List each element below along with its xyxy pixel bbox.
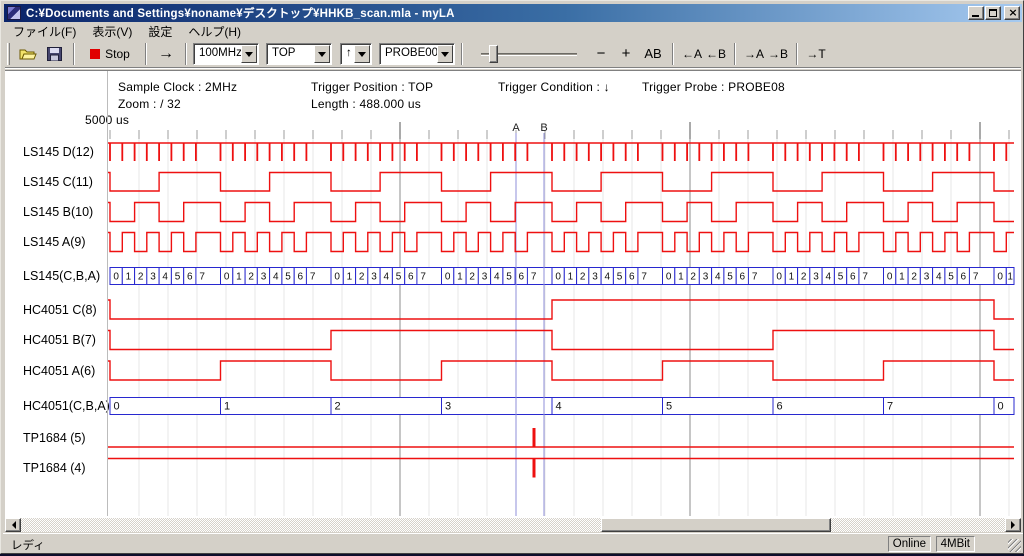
toolbar: Stop → 100MHz TOP ↑ PROBE00 − + AB ←A bbox=[5, 39, 1021, 69]
chevron-down-icon[interactable] bbox=[241, 45, 257, 63]
sample-clock-select[interactable]: 100MHz bbox=[193, 43, 259, 65]
toolbar-separator bbox=[73, 43, 75, 65]
chevron-down-icon[interactable] bbox=[314, 45, 330, 63]
toolbar-separator bbox=[145, 43, 147, 65]
channel-label: LS145 C(11) bbox=[23, 175, 93, 189]
channel-label: HC4051 C(8) bbox=[23, 303, 97, 317]
trigger-position-info: Trigger Position : TOP bbox=[311, 80, 433, 94]
resize-grip[interactable] bbox=[1008, 539, 1021, 552]
status-bar: レディ Online 4MBit bbox=[3, 533, 1023, 553]
horizontal-scrollbar[interactable] bbox=[5, 518, 1021, 532]
menu-help[interactable]: ヘルプ(H) bbox=[180, 22, 249, 41]
menu-settings[interactable]: 設定 bbox=[140, 22, 180, 41]
title-bar: C:¥Documents and Settings¥noname¥デスクトップ¥… bbox=[4, 4, 1022, 22]
toolbar-separator bbox=[796, 43, 798, 65]
toolbar-separator bbox=[185, 43, 187, 65]
open-file-button[interactable] bbox=[15, 42, 41, 66]
zoom-out-button[interactable]: − bbox=[591, 42, 611, 66]
chevron-down-icon[interactable] bbox=[354, 45, 370, 63]
channel-label: HC4051(C,B,A) bbox=[23, 399, 110, 413]
toolbar-separator bbox=[734, 43, 736, 65]
arrow-left-icon bbox=[8, 521, 16, 529]
channel-label: LS145 D(12) bbox=[23, 145, 94, 159]
stop-icon bbox=[90, 49, 100, 59]
minimize-icon bbox=[972, 15, 979, 17]
zoom-info: Zoom : / 32 bbox=[118, 97, 181, 111]
sample-clock-info: Sample Clock : 2MHz bbox=[118, 80, 237, 94]
menu-bar: ファイル(F) 表示(V) 設定 ヘルプ(H) bbox=[5, 23, 1021, 39]
chevron-down-icon[interactable] bbox=[437, 45, 453, 63]
save-button[interactable] bbox=[41, 42, 67, 66]
cursor-a-right-button[interactable]: →A bbox=[742, 42, 766, 66]
open-folder-icon bbox=[19, 47, 37, 61]
trigger-probe-info: Trigger Probe : PROBE08 bbox=[642, 80, 785, 94]
trigger-condition-info: Trigger Condition : ↓ bbox=[498, 80, 610, 94]
maximize-icon bbox=[989, 9, 997, 17]
menu-view[interactable]: 表示(V) bbox=[84, 22, 140, 41]
app-window: C:¥Documents and Settings¥noname¥デスクトップ¥… bbox=[0, 0, 1024, 554]
channel-label: TP1684 (4) bbox=[23, 461, 86, 475]
scroll-right-button[interactable] bbox=[1005, 518, 1021, 532]
channel-label: LS145 B(10) bbox=[23, 205, 93, 219]
minimize-button[interactable] bbox=[968, 6, 984, 20]
zoom-in-button[interactable]: + bbox=[616, 42, 636, 66]
zoom-slider[interactable] bbox=[477, 42, 581, 66]
toolbar-separator bbox=[672, 43, 674, 65]
arrow-right-icon bbox=[1011, 521, 1019, 529]
slider-thumb[interactable] bbox=[489, 45, 498, 63]
channel-label: LS145(C,B,A) bbox=[23, 269, 100, 283]
stop-button[interactable]: Stop bbox=[81, 42, 139, 66]
probe-select[interactable]: PROBE00 bbox=[379, 43, 455, 65]
cursor-a-left-button[interactable]: ←A bbox=[680, 42, 704, 66]
status-ready-text: レディ bbox=[11, 537, 45, 553]
waveform-area[interactable] bbox=[109, 121, 1017, 517]
cursor-b-left-button[interactable]: ←B bbox=[704, 42, 728, 66]
status-memory-badge: 4MBit bbox=[936, 536, 975, 552]
menu-file[interactable]: ファイル(F) bbox=[5, 22, 84, 41]
scroll-left-button[interactable] bbox=[5, 518, 21, 532]
run-button[interactable]: → bbox=[153, 42, 179, 66]
save-floppy-icon bbox=[47, 47, 62, 61]
close-button[interactable]: × bbox=[1004, 6, 1020, 20]
window-title: C:¥Documents and Settings¥noname¥デスクトップ¥… bbox=[26, 5, 455, 21]
channel-label: TP1684 (5) bbox=[23, 431, 86, 445]
trigger-edge-select[interactable]: ↑ bbox=[340, 43, 372, 65]
app-icon bbox=[7, 6, 21, 20]
zoom-ab-button[interactable]: AB bbox=[640, 42, 666, 66]
channel-label: HC4051 A(6) bbox=[23, 364, 95, 378]
goto-trigger-button[interactable]: →T bbox=[804, 42, 828, 66]
channel-label: LS145 A(9) bbox=[23, 235, 86, 249]
length-info: Length : 488.000 us bbox=[311, 97, 421, 111]
cursor-b-right-button[interactable]: →B bbox=[766, 42, 790, 66]
scrollbar-thumb[interactable] bbox=[601, 518, 831, 532]
toolbar-separator bbox=[461, 43, 463, 65]
toolbar-grip bbox=[7, 43, 10, 65]
maximize-button[interactable] bbox=[985, 6, 1001, 20]
close-icon: × bbox=[1005, 6, 1021, 19]
status-online-badge: Online bbox=[888, 536, 931, 552]
trigger-position-select[interactable]: TOP bbox=[266, 43, 332, 65]
channel-label: HC4051 B(7) bbox=[23, 333, 96, 347]
